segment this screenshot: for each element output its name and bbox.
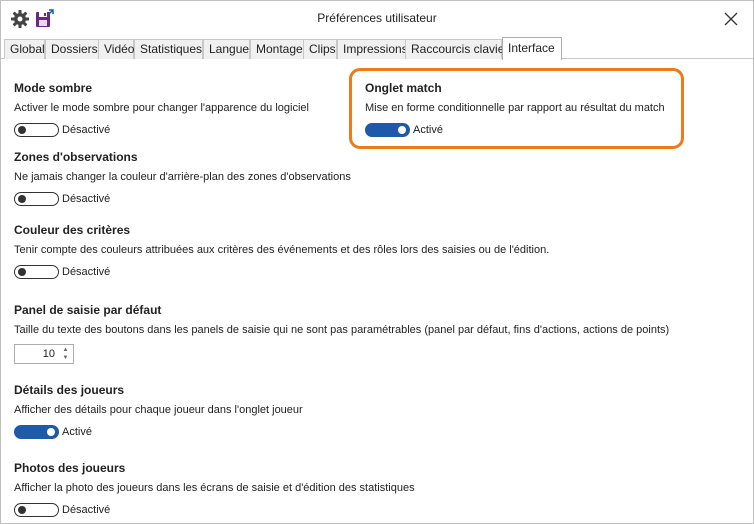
player-details-title: Détails des joueurs <box>14 383 125 397</box>
criteria-color-toggle[interactable] <box>14 265 59 279</box>
criteria-color-section: Couleur des critères Tenir compte des co… <box>14 223 549 280</box>
player-details-description: Afficher des détails pour chaque joueur … <box>14 404 303 416</box>
player-details-toggle[interactable] <box>14 425 59 439</box>
dark-mode-title: Mode sombre <box>14 81 93 95</box>
player-photos-toggle[interactable] <box>14 503 59 517</box>
default-panel-section: Panel de saisie par défaut Taille du tex… <box>14 303 669 364</box>
criteria-color-title: Couleur des critères <box>14 223 131 237</box>
observation-zones-description: Ne jamais changer la couleur d'arrière-p… <box>14 171 351 183</box>
player-photos-section: Photos des joueurs Afficher la photo des… <box>14 461 415 518</box>
dark-mode-state: Désactivé <box>62 124 111 136</box>
observation-zones-state: Désactivé <box>62 193 111 205</box>
tab-statistiques[interactable]: Statistiques <box>134 39 203 59</box>
tab-global[interactable]: Global <box>4 39 45 59</box>
player-photos-title: Photos des joueurs <box>14 461 126 475</box>
observation-zones-toggle[interactable] <box>14 192 59 206</box>
match-tab-title: Onglet match <box>365 81 442 95</box>
tab-video[interactable]: Vidéo <box>98 39 134 59</box>
player-details-section: Détails des joueurs Afficher des détails… <box>14 383 303 440</box>
criteria-color-description: Tenir compte des couleurs attribuées aux… <box>14 244 550 256</box>
dark-mode-section: Mode sombre Activer le mode sombre pour … <box>14 81 309 138</box>
player-photos-description: Afficher la photo des joueurs dans les é… <box>14 482 415 494</box>
criteria-color-state: Désactivé <box>62 266 111 278</box>
close-icon[interactable] <box>719 7 743 31</box>
tab-impressions[interactable]: Impressions <box>337 39 408 59</box>
player-photos-state: Désactivé <box>62 504 111 516</box>
dark-mode-description: Activer le mode sombre pour changer l'ap… <box>14 102 309 114</box>
tab-montage[interactable]: Montage <box>250 39 304 59</box>
tab-raccourcis-clavier[interactable]: Raccourcis clavier <box>405 39 508 59</box>
window-title: Préférences utilisateur <box>317 11 437 25</box>
button-text-size-value: 10 <box>42 348 55 360</box>
match-tab-toggle[interactable] <box>365 123 410 137</box>
spin-up-icon[interactable]: ▲ <box>61 347 70 354</box>
title-bar: Préférences utilisateur <box>1 1 753 37</box>
dark-mode-toggle[interactable] <box>14 123 59 137</box>
default-panel-title: Panel de saisie par défaut <box>14 303 162 317</box>
tab-interface[interactable]: Interface <box>502 37 562 60</box>
tab-clips[interactable]: Clips <box>303 39 337 59</box>
player-details-state: Activé <box>62 426 92 438</box>
observation-zones-title: Zones d'observations <box>14 150 138 164</box>
preferences-window: Préférences utilisateur Global Dossiers … <box>0 0 754 524</box>
match-tab-section: Onglet match Mise en forme conditionnell… <box>365 81 665 138</box>
tab-bar: Global Dossiers Vidéo Statistiques Langu… <box>1 37 753 60</box>
observation-zones-section: Zones d'observations Ne jamais changer l… <box>14 150 351 207</box>
default-panel-description: Taille du texte des boutons dans les pan… <box>14 324 670 336</box>
match-tab-state: Activé <box>413 124 443 136</box>
spin-down-icon[interactable]: ▼ <box>61 355 70 362</box>
match-tab-description: Mise en forme conditionnelle par rapport… <box>365 102 665 114</box>
tab-dossiers[interactable]: Dossiers <box>45 39 99 59</box>
tab-langue[interactable]: Langue <box>203 39 250 59</box>
interface-settings: Mode sombre Activer le mode sombre pour … <box>1 59 753 524</box>
button-text-size-spinner[interactable]: 10 ▲ ▼ <box>14 344 74 364</box>
